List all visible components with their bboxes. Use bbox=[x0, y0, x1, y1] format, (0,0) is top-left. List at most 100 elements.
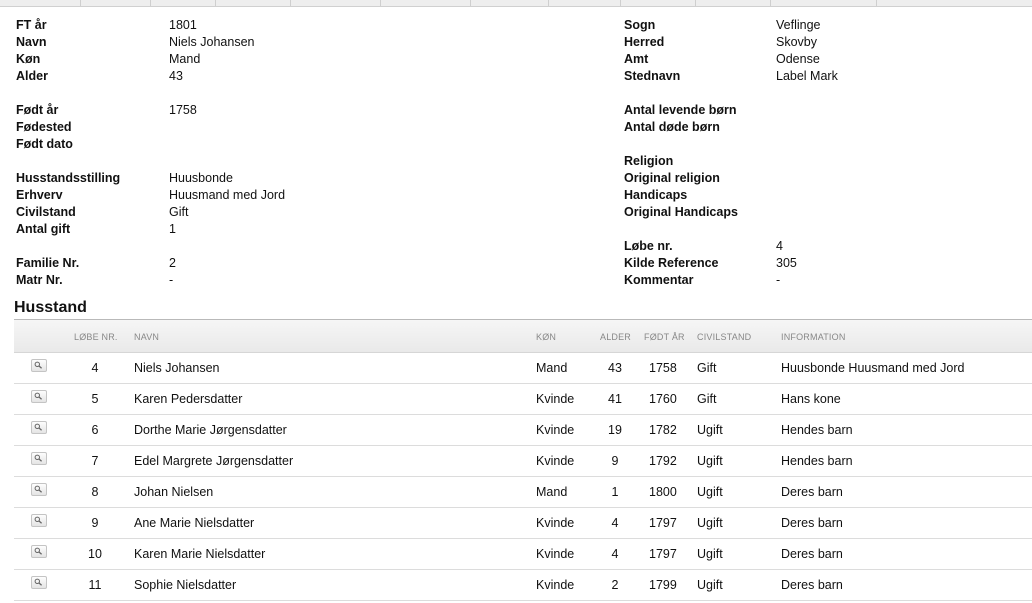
column-header-koen[interactable]: KØN bbox=[536, 332, 556, 342]
cell-foedt-aar: 1760 bbox=[649, 392, 677, 406]
cell-navn: Karen Marie Nielsdatter bbox=[134, 547, 266, 561]
field-value-matr-nr: - bbox=[169, 273, 174, 287]
magnifier-icon[interactable] bbox=[31, 390, 47, 403]
cell-information: Hendes barn bbox=[781, 454, 853, 468]
field-value-koen: Mand bbox=[169, 52, 201, 66]
field-label-loebe-nr: Løbe nr. bbox=[624, 239, 673, 253]
table-row: 5 Karen Pedersdatter Kvinde 41 1760 Gift… bbox=[14, 384, 1032, 415]
field-label-kommentar: Kommentar bbox=[624, 273, 694, 287]
cell-loebe-nr: 5 bbox=[91, 392, 99, 406]
field-value-herred: Skovby bbox=[776, 35, 817, 49]
cell-loebe-nr: 4 bbox=[91, 361, 99, 375]
cell-alder: 19 bbox=[608, 423, 622, 437]
cell-koen: Kvinde bbox=[536, 454, 575, 468]
cell-civilstand: Ugift bbox=[697, 516, 723, 530]
field-value-ft-aar: 1801 bbox=[169, 18, 197, 32]
cell-koen: Kvinde bbox=[536, 516, 575, 530]
field-value-kilde-reference: 305 bbox=[776, 256, 797, 270]
magnifier-icon[interactable] bbox=[31, 452, 47, 465]
cell-foedt-aar: 1797 bbox=[649, 516, 677, 530]
field-label-stednavn: Stednavn bbox=[624, 69, 681, 83]
field-label-civilstand: Civilstand bbox=[16, 205, 76, 219]
field-value-kommentar: - bbox=[776, 273, 781, 287]
cell-navn: Edel Margrete Jørgensdatter bbox=[134, 454, 294, 468]
magnifier-icon[interactable] bbox=[31, 421, 47, 434]
cell-civilstand: Ugift bbox=[697, 547, 723, 561]
field-value-foedt-aar: 1758 bbox=[169, 103, 197, 117]
cell-koen: Kvinde bbox=[536, 392, 575, 406]
table-row: 6 Dorthe Marie Jørgensdatter Kvinde 19 1… bbox=[14, 415, 1032, 446]
field-value-erhverv: Huusmand med Jord bbox=[169, 188, 286, 202]
cell-information: Hans kone bbox=[781, 392, 841, 406]
magnifier-icon[interactable] bbox=[31, 359, 47, 372]
cell-civilstand: Ugift bbox=[697, 485, 723, 499]
field-label-original-handicaps: Original Handicaps bbox=[624, 205, 738, 219]
cell-loebe-nr: 8 bbox=[91, 485, 99, 499]
field-value-loebe-nr: 4 bbox=[776, 239, 783, 253]
field-value-navn: Niels Johansen bbox=[169, 35, 255, 49]
table-header: LØBE NR. NAVN KØN ALDER FØDT ÅR CIVILSTA… bbox=[14, 319, 1032, 353]
cell-koen: Mand bbox=[536, 361, 568, 375]
field-value-sogn: Veflinge bbox=[776, 18, 821, 32]
field-label-amt: Amt bbox=[624, 52, 649, 66]
cell-alder: 4 bbox=[611, 547, 619, 561]
magnifier-icon[interactable] bbox=[31, 483, 47, 496]
cell-information: Hendes barn bbox=[781, 423, 853, 437]
column-header-loebe-nr[interactable]: LØBE NR. bbox=[74, 332, 118, 342]
field-label-foedt-dato: Født dato bbox=[16, 137, 73, 151]
table-row: 7 Edel Margrete Jørgensdatter Kvinde 9 1… bbox=[14, 446, 1032, 477]
magnifier-icon[interactable] bbox=[31, 514, 47, 527]
cell-information: Deres barn bbox=[781, 547, 843, 561]
table-row: 11 Sophie Nielsdatter Kvinde 2 1799 Ugif… bbox=[14, 570, 1032, 601]
cell-foedt-aar: 1758 bbox=[649, 361, 677, 375]
section-title-husstand: Husstand bbox=[14, 299, 87, 316]
column-header-foedt-aar[interactable]: FØDT ÅR bbox=[644, 332, 685, 342]
cell-civilstand: Ugift bbox=[697, 454, 723, 468]
cell-alder: 9 bbox=[611, 454, 619, 468]
field-label-alder: Alder bbox=[16, 69, 48, 83]
cell-alder: 4 bbox=[611, 516, 619, 530]
cell-alder: 43 bbox=[608, 361, 622, 375]
household-table: LØBE NR. NAVN KØN ALDER FØDT ÅR CIVILSTA… bbox=[14, 319, 1032, 601]
table-row: 4 Niels Johansen Mand 43 1758 Gift Huusb… bbox=[14, 353, 1032, 384]
cell-loebe-nr: 10 bbox=[88, 547, 102, 561]
table-row: 10 Karen Marie Nielsdatter Kvinde 4 1797… bbox=[14, 539, 1032, 570]
table-body: 4 Niels Johansen Mand 43 1758 Gift Huusb… bbox=[14, 353, 1032, 601]
field-label-antal-levende-boern: Antal levende børn bbox=[624, 103, 737, 117]
cell-information: Huusbonde Huusmand med Jord bbox=[781, 361, 965, 375]
field-label-navn: Navn bbox=[16, 35, 47, 49]
column-header-civilstand[interactable]: CIVILSTAND bbox=[697, 332, 751, 342]
cell-information: Deres barn bbox=[781, 485, 843, 499]
field-label-familie-nr: Familie Nr. bbox=[16, 256, 80, 270]
cell-civilstand: Ugift bbox=[697, 578, 723, 592]
top-tab-strip bbox=[0, 0, 1032, 7]
cell-loebe-nr: 9 bbox=[91, 516, 99, 530]
column-header-alder[interactable]: ALDER bbox=[600, 332, 631, 342]
cell-civilstand: Ugift bbox=[697, 423, 723, 437]
cell-alder: 1 bbox=[611, 485, 619, 499]
cell-koen: Kvinde bbox=[536, 423, 575, 437]
field-value-antal-gift: 1 bbox=[169, 222, 176, 236]
field-value-familie-nr: 2 bbox=[169, 256, 176, 270]
field-label-foedested: Fødested bbox=[16, 120, 72, 134]
table-row: 9 Ane Marie Nielsdatter Kvinde 4 1797 Ug… bbox=[14, 508, 1032, 539]
field-label-kilde-reference: Kilde Reference bbox=[624, 256, 719, 270]
field-label-religion: Religion bbox=[624, 154, 674, 168]
field-value-civilstand: Gift bbox=[169, 205, 189, 219]
magnifier-icon[interactable] bbox=[31, 545, 47, 558]
column-header-information[interactable]: INFORMATION bbox=[781, 332, 846, 342]
cell-foedt-aar: 1800 bbox=[649, 485, 677, 499]
field-label-herred: Herred bbox=[624, 35, 665, 49]
cell-alder: 2 bbox=[611, 578, 619, 592]
field-label-foedt-aar: Født år bbox=[16, 103, 59, 117]
field-value-stednavn: Label Mark bbox=[776, 69, 838, 83]
cell-navn: Sophie Nielsdatter bbox=[134, 578, 237, 592]
cell-navn: Karen Pedersdatter bbox=[134, 392, 243, 406]
magnifier-icon[interactable] bbox=[31, 576, 47, 589]
cell-foedt-aar: 1797 bbox=[649, 547, 677, 561]
cell-navn: Johan Nielsen bbox=[134, 485, 214, 499]
cell-navn: Dorthe Marie Jørgensdatter bbox=[134, 423, 287, 437]
cell-civilstand: Gift bbox=[697, 361, 717, 375]
field-label-original-religion: Original religion bbox=[624, 171, 720, 185]
column-header-navn[interactable]: NAVN bbox=[134, 332, 159, 342]
